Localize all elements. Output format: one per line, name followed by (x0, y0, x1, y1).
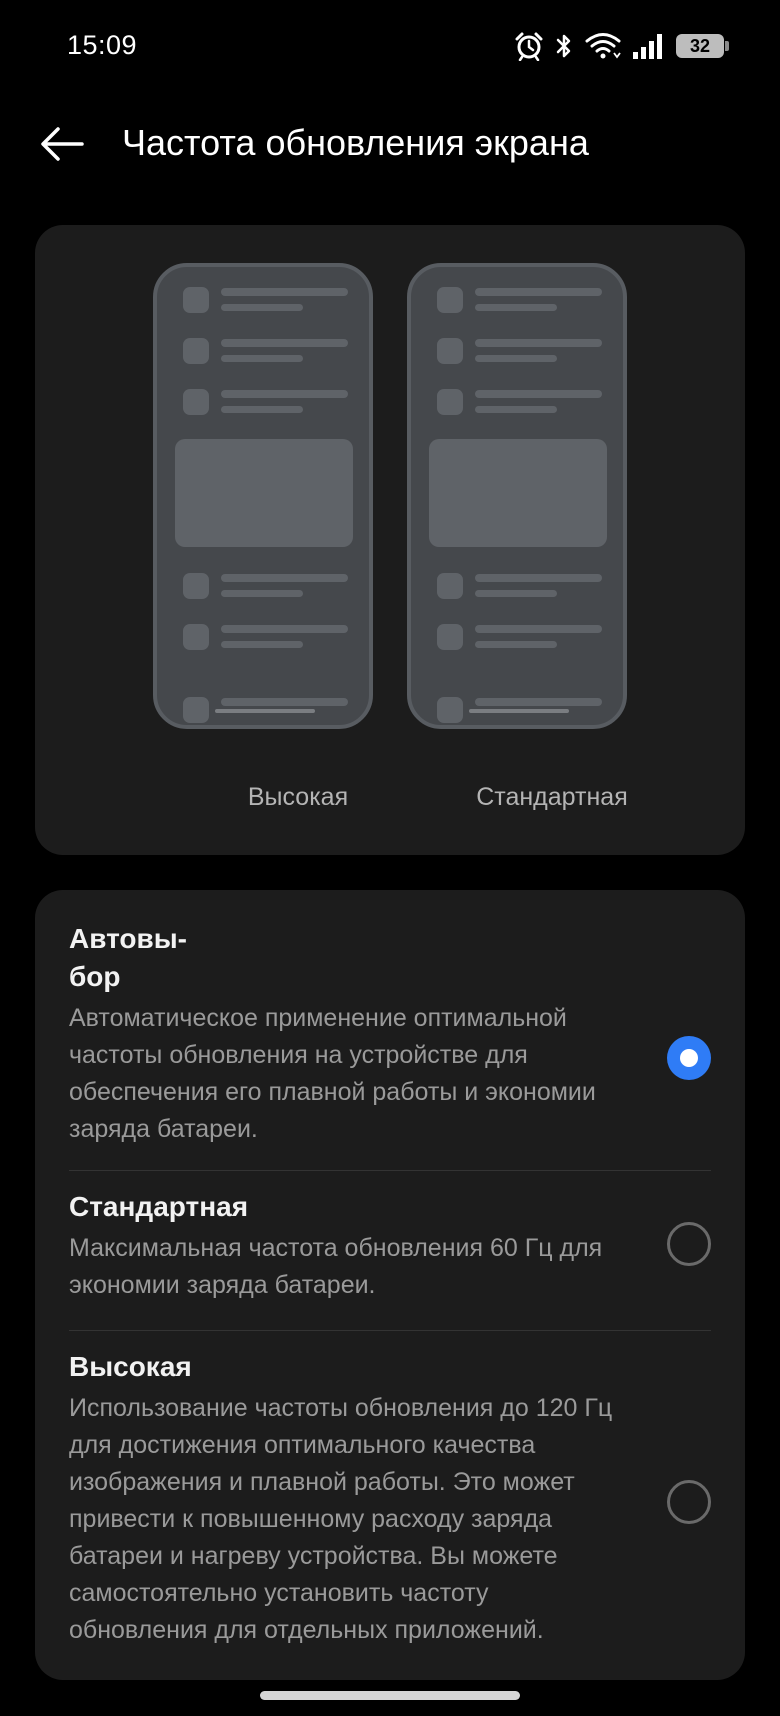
option-title: Автовы- бор (69, 923, 187, 992)
preview-list-row (183, 287, 348, 315)
signal-icon (632, 32, 666, 60)
preview-label-high: Высокая (247, 783, 349, 811)
option-description: Использование частоты обновления до 120 … (69, 1394, 613, 1644)
status-bar: 15:09 32 (0, 0, 780, 96)
preview-list-row (183, 389, 348, 417)
preview-label-standard: Стандартная (476, 783, 628, 811)
phone-preview-standard (407, 263, 627, 729)
option-high[interactable]: Высокая Использование частоты обновления… (69, 1348, 745, 1658)
preview-list-row (183, 624, 348, 652)
option-description: Максимальная частота обновления 60 Гц дл… (69, 1234, 603, 1299)
preview-content-block (175, 439, 353, 547)
arrow-left-icon (38, 124, 86, 169)
phone-preview-high (153, 263, 373, 729)
preview-list-row (437, 338, 602, 366)
option-auto[interactable]: Автовы- бор Автоматическое применение оп… (69, 920, 745, 1166)
divider (69, 1170, 711, 1171)
header: Частота обновления экрана (0, 110, 780, 180)
bluetooth-icon (554, 31, 574, 61)
navigation-handle[interactable] (260, 1691, 520, 1700)
options-card: Автовы- бор Автоматическое применение оп… (35, 890, 745, 1680)
radio-button[interactable] (667, 1222, 711, 1266)
preview-home-bar (469, 709, 569, 713)
back-button[interactable] (34, 118, 90, 174)
preview-list-row (437, 287, 602, 315)
radio-button[interactable] (667, 1480, 711, 1524)
battery-level: 32 (689, 35, 711, 56)
preview-list-row (183, 573, 348, 601)
radio-button-checked[interactable] (667, 1036, 711, 1080)
page-title: Частота обновления экрана (122, 122, 589, 163)
preview-home-bar (215, 709, 315, 713)
option-title: Высокая (69, 1351, 192, 1382)
preview-list-row (437, 389, 602, 417)
battery-icon: 32 (676, 34, 729, 58)
preview-list-row (183, 338, 348, 366)
alarm-icon (514, 31, 544, 61)
preview-list-row (437, 573, 602, 601)
preview-list-row (437, 624, 602, 652)
status-time: 15:09 (67, 30, 138, 60)
status-icons: 32 (514, 26, 729, 66)
divider (69, 1330, 711, 1331)
preview-card: Высокая Стандартная (35, 225, 745, 855)
option-description: Автоматическое применение оптимальной ча… (69, 1004, 596, 1143)
wifi-icon (584, 31, 622, 61)
preview-content-block (429, 439, 607, 547)
option-title: Стандартная (69, 1191, 249, 1222)
option-standard[interactable]: Стандартная Максимальная частота обновле… (69, 1188, 745, 1328)
